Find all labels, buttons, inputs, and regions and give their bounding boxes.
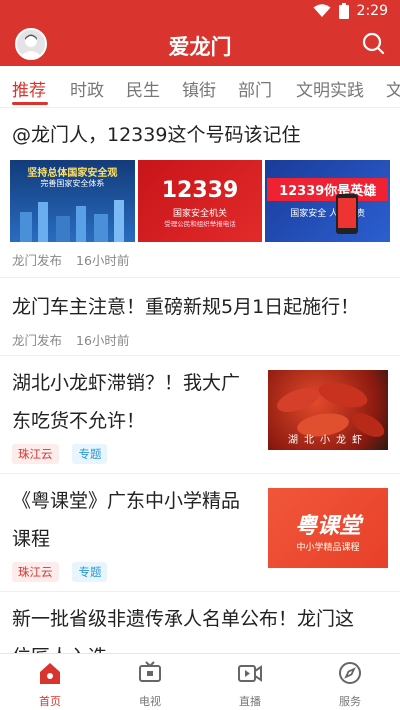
article-tags: 珠江云 专题: [12, 562, 117, 582]
article-title-line: 新一批省级非遗传承人名单公布！龙门这: [12, 608, 355, 630]
list-item[interactable]: 《粤课堂》广东中小学精品 课程 珠江云 专题 粤课堂 中小学精品课程: [0, 474, 400, 592]
category-tabs: 推荐 时政 民生 镇街 部门 文明实践 文: [0, 66, 400, 108]
top-bar: 2:29 爱龙门: [0, 0, 400, 66]
topic-tag: 专题: [72, 444, 108, 464]
nav-home[interactable]: 首页: [20, 660, 80, 709]
image-subcaption: 国家安全 人人有责: [290, 209, 366, 219]
article-title: @龙门人，12339这个号码该记住: [12, 124, 301, 146]
thumbnail-title: 粤课堂: [294, 514, 361, 539]
thumbnail-caption: 湖北小龙虾: [288, 435, 368, 446]
tab-more[interactable]: 文: [386, 76, 400, 101]
home-icon: [40, 663, 60, 684]
tab-civilization-practice[interactable]: 文明实践: [296, 76, 364, 101]
battery-icon: [338, 3, 349, 19]
article-image: 12339你是英雄 国家安全 人人有责: [265, 160, 391, 242]
article-source: 龙门发布: [12, 333, 63, 348]
nav-label: 首页: [39, 695, 61, 708]
article-time: 16小时前: [76, 333, 130, 348]
bottom-navigation: 首页 电视 直播 服务: [0, 653, 400, 710]
nav-label: 服务: [339, 695, 361, 708]
article-title-line: 东吃货不允许！: [12, 410, 146, 432]
app-title: 爱龙门: [168, 35, 232, 59]
nav-live[interactable]: 直播: [220, 660, 280, 709]
article-image-row: 坚持总体国家安全观 完善国家安全体系 12339 国家安全机关 受理公民和组织举…: [10, 160, 391, 242]
nav-label: 直播: [239, 695, 261, 708]
topic-tag: 专题: [72, 562, 108, 582]
article-image: 12339 国家安全机关 受理公民和组织举报电话: [137, 160, 263, 242]
article-title-line: 湖北小龙虾滞销？！我大广: [12, 372, 241, 394]
tab-livelihood[interactable]: 民生: [126, 76, 160, 101]
image-caption: 坚持总体国家安全观: [27, 168, 118, 179]
article-tags: 珠江云 专题: [12, 444, 117, 464]
tab-departments[interactable]: 部门: [238, 76, 272, 101]
nav-label: 电视: [139, 695, 161, 708]
article-thumbnail: 粤课堂 中小学精品课程: [268, 488, 388, 568]
wifi-icon: [313, 4, 331, 17]
article-title: 龙门车主注意！重磅新规5月1日起施行！: [12, 296, 360, 318]
tab-towns[interactable]: 镇街: [182, 76, 216, 101]
article-image: 坚持总体国家安全观 完善国家安全体系: [10, 160, 135, 242]
phone-icon: [336, 194, 359, 234]
image-number: 12339: [161, 178, 239, 203]
app-header: 爱龙门: [0, 24, 400, 66]
article-source: 龙门发布: [12, 253, 63, 268]
list-item[interactable]: @龙门人，12339这个号码该记住 坚持总体国家安全观 完善国家安全体系 123…: [0, 108, 400, 278]
image-caption: 12339你是英雄: [267, 178, 389, 201]
article-title-line: 课程: [12, 528, 51, 550]
buildings-icon: [20, 200, 124, 242]
status-bar: 2:29: [0, 0, 400, 24]
search-icon: [362, 32, 385, 55]
article-time: 16小时前: [76, 253, 130, 268]
thumbnail-subtitle: 中小学精品课程: [296, 543, 360, 553]
nav-tv[interactable]: 电视: [120, 660, 180, 709]
article-meta: 龙门发布 16小时前: [12, 330, 139, 349]
source-tag: 珠江云: [12, 562, 59, 582]
source-tag: 珠江云: [12, 444, 59, 464]
article-meta: 龙门发布 16小时前: [12, 250, 139, 269]
article-thumbnail: 湖北小龙虾: [268, 370, 388, 450]
compass-icon: [339, 662, 361, 684]
image-subcaption: 受理公民和组织举报电话: [164, 220, 236, 228]
article-title-line: 《粤课堂》广东中小学精品: [12, 490, 241, 512]
status-time: 2:29: [356, 3, 388, 19]
live-video-icon: [238, 665, 262, 682]
nav-service[interactable]: 服务: [320, 660, 380, 709]
active-tab-indicator: [12, 102, 48, 105]
list-item[interactable]: 湖北小龙虾滞销？！我大广 东吃货不允许！ 珠江云 专题 湖北小龙虾: [0, 356, 400, 474]
list-item[interactable]: 龙门车主注意！重磅新规5月1日起施行！ 龙门发布 16小时前: [0, 278, 400, 356]
list-item[interactable]: 新一批省级非遗传承人名单公布！龙门这 位匠人入选: [0, 592, 400, 653]
tv-icon: [139, 661, 161, 682]
tab-recommend[interactable]: 推荐: [12, 76, 46, 101]
search-button[interactable]: [360, 30, 386, 56]
news-feed: @龙门人，12339这个号码该记住 坚持总体国家安全观 完善国家安全体系 123…: [0, 108, 400, 653]
article-title-line: 位匠人入选: [12, 640, 107, 653]
image-subcaption: 完善国家安全体系: [40, 179, 105, 188]
tab-politics[interactable]: 时政: [70, 76, 104, 101]
